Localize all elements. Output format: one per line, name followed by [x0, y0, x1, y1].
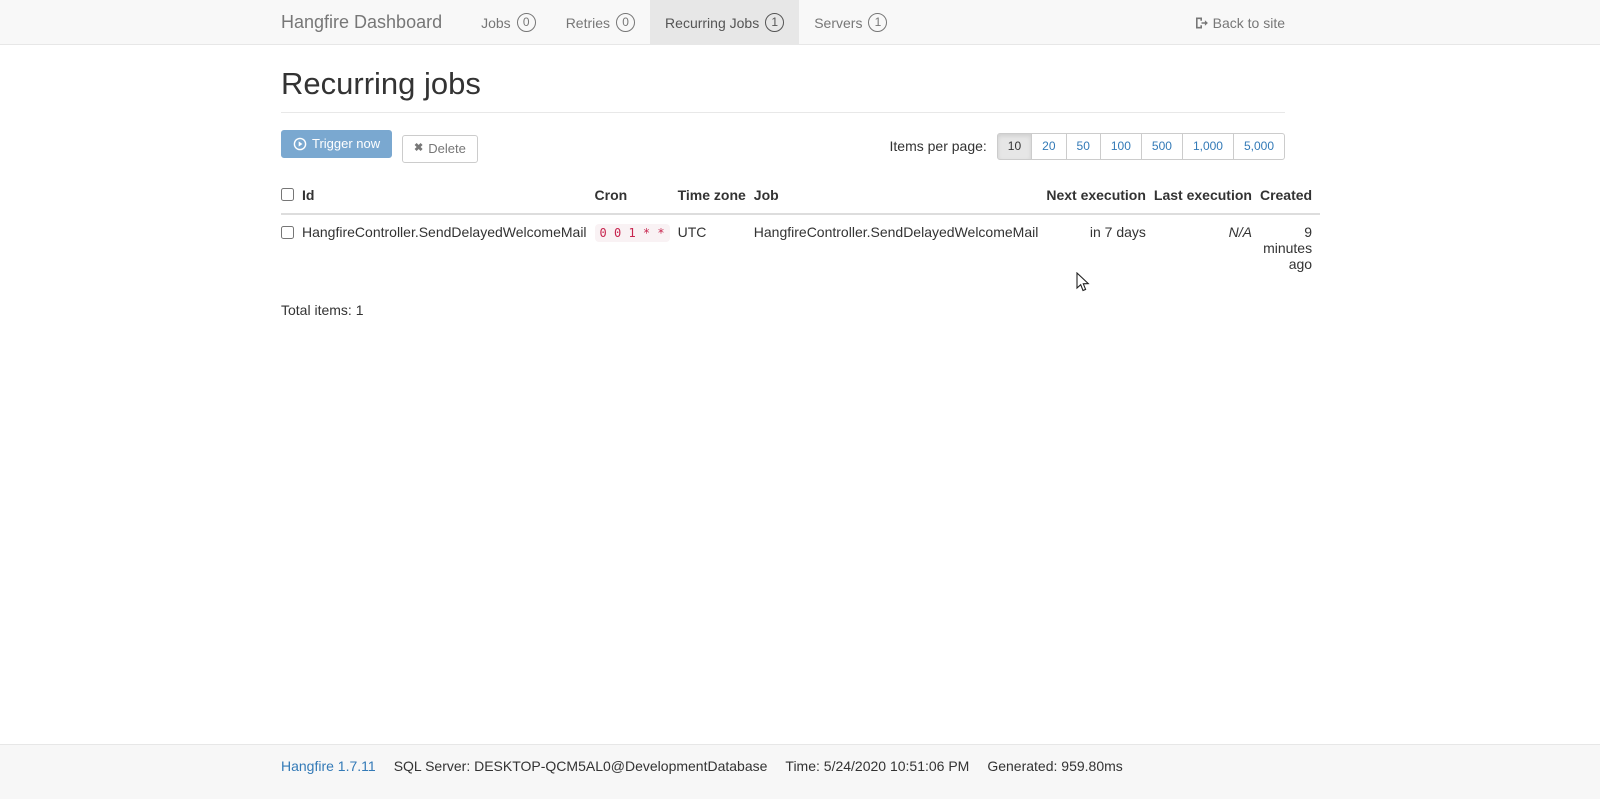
- trigger-now-button[interactable]: Trigger now: [281, 130, 392, 158]
- retries-count-badge: 0: [616, 13, 635, 32]
- per-page-100-button[interactable]: 100: [1100, 133, 1142, 160]
- header-created: Created: [1260, 177, 1320, 214]
- select-all-checkbox[interactable]: [281, 188, 294, 201]
- delete-x-icon: ✖: [414, 141, 423, 156]
- per-page-10-button[interactable]: 10: [997, 133, 1032, 160]
- cron-expression: 0 0 1 * *: [595, 224, 670, 242]
- row-timezone: UTC: [678, 214, 754, 281]
- servers-count-badge: 1: [868, 13, 887, 32]
- per-page-500-button[interactable]: 500: [1141, 133, 1183, 160]
- hangfire-version-link[interactable]: Hangfire 1.7.11: [281, 758, 376, 774]
- row-last-execution: N/A: [1154, 214, 1260, 281]
- delete-button[interactable]: ✖ Delete: [402, 135, 478, 163]
- row-created: 9 minutes ago: [1260, 214, 1320, 281]
- row-next-execution: in 7 days: [1046, 214, 1154, 281]
- header-id: Id: [302, 177, 595, 214]
- toolbar-actions: Trigger now ✖ Delete: [281, 130, 478, 163]
- header-cron: Cron: [595, 177, 678, 214]
- toolbar: Trigger now ✖ Delete Items per page: 10 …: [281, 130, 1285, 163]
- header-job: Job: [754, 177, 1047, 214]
- nav-item-label: Retries: [566, 15, 610, 31]
- footer-sql-server: SQL Server: DESKTOP-QCM5AL0@DevelopmentD…: [394, 758, 768, 774]
- brand-link[interactable]: Hangfire Dashboard: [281, 0, 466, 45]
- header-next-execution: Next execution: [1046, 177, 1154, 214]
- recurring-jobs-table: Id Cron Time zone Job Next execution Las…: [281, 177, 1320, 281]
- row-cron-cell: 0 0 1 * *: [595, 214, 678, 281]
- footer-generated: Generated: 959.80ms: [987, 758, 1122, 774]
- delete-label: Delete: [428, 140, 466, 158]
- nav-item-servers[interactable]: Servers 1: [799, 0, 902, 45]
- footer: Hangfire 1.7.11 SQL Server: DESKTOP-QCM5…: [0, 744, 1600, 799]
- per-page-1000-button[interactable]: 1,000: [1182, 133, 1234, 160]
- jobs-count-badge: 0: [517, 13, 536, 32]
- nav-item-retries[interactable]: Retries 0: [551, 0, 650, 45]
- nav-item-recurring-jobs[interactable]: Recurring Jobs 1: [650, 0, 799, 45]
- back-to-site-label: Back to site: [1213, 15, 1285, 31]
- row-checkbox[interactable]: [281, 226, 294, 239]
- footer-time: Time: 5/24/2020 10:51:06 PM: [785, 758, 969, 774]
- play-circle-icon: [293, 137, 307, 151]
- per-page-20-button[interactable]: 20: [1031, 133, 1066, 160]
- nav-item-label: Recurring Jobs: [665, 15, 759, 31]
- recurring-jobs-count-badge: 1: [765, 13, 784, 32]
- nav-item-label: Jobs: [481, 15, 511, 31]
- table-row: HangfireController.SendDelayedWelcomeMai…: [281, 214, 1320, 281]
- items-per-page: Items per page: 10 20 50 100 500 1,000 5…: [890, 133, 1285, 160]
- per-page-button-group: 10 20 50 100 500 1,000 5,000: [997, 133, 1285, 160]
- select-all-header: [281, 177, 302, 214]
- page-title: Recurring jobs: [281, 66, 1285, 113]
- nav-item-jobs[interactable]: Jobs 0: [466, 0, 551, 45]
- header-timezone: Time zone: [678, 177, 754, 214]
- table-header-row: Id Cron Time zone Job Next execution Las…: [281, 177, 1320, 214]
- nav-item-label: Servers: [814, 15, 862, 31]
- items-per-page-label: Items per page:: [890, 138, 987, 154]
- row-select-cell: [281, 214, 302, 281]
- row-id: HangfireController.SendDelayedWelcomeMai…: [302, 214, 595, 281]
- per-page-50-button[interactable]: 50: [1066, 133, 1101, 160]
- log-out-icon: [1194, 16, 1208, 30]
- top-navbar: Hangfire Dashboard Jobs 0 Retries 0 Recu…: [0, 0, 1600, 45]
- total-items-label: Total items: 1: [281, 302, 1285, 318]
- main-content: Recurring jobs Trigger now ✖ Delete Item…: [281, 66, 1285, 318]
- trigger-now-label: Trigger now: [312, 135, 380, 153]
- header-last-execution: Last execution: [1154, 177, 1260, 214]
- per-page-5000-button[interactable]: 5,000: [1233, 133, 1285, 160]
- back-to-site-link[interactable]: Back to site: [1194, 0, 1285, 45]
- row-job: HangfireController.SendDelayedWelcomeMai…: [754, 214, 1047, 281]
- nav-menu: Jobs 0 Retries 0 Recurring Jobs 1 Server…: [466, 0, 902, 45]
